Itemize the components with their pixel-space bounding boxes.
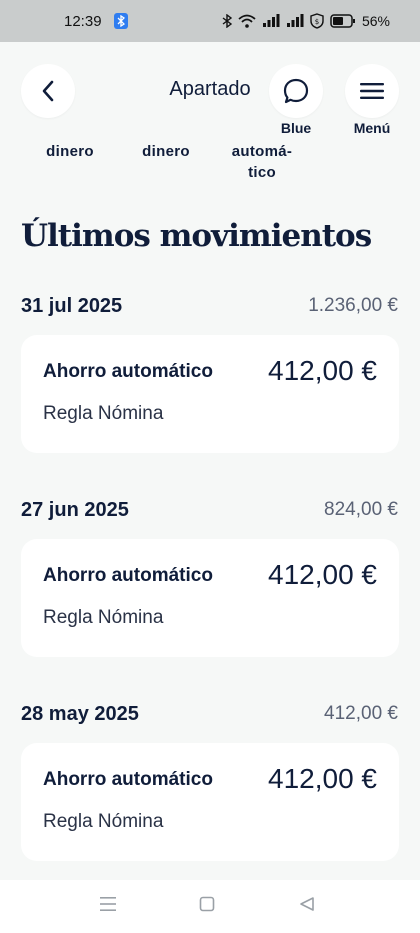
movement-amount: 412,00 € (268, 355, 377, 386)
quick-action-label[interactable]: dinero (40, 141, 100, 162)
chevron-left-icon (42, 80, 54, 102)
movement-title: Ahorro automático (43, 565, 213, 586)
battery-icon (330, 14, 356, 28)
movement-subtitle: Regla Nómina (43, 811, 164, 832)
menu-label[interactable]: Menú (342, 120, 402, 136)
movement-title: Ahorro automático (43, 769, 213, 790)
movement-amount: 412,00 € (268, 559, 377, 590)
quick-action-label[interactable]: dinero (136, 141, 196, 162)
battery-percent: 56% (361, 13, 390, 29)
group-total: 412,00 € (324, 703, 398, 724)
movement-card[interactable]: Ahorro automático 412,00 € Regla Nómina (21, 539, 399, 657)
status-time: 12:39 (64, 12, 102, 30)
group-date: 27 jun 2025 (21, 498, 129, 521)
section-title: Últimos movimientos (21, 218, 372, 254)
movement-subtitle: Regla Nómina (43, 403, 164, 424)
menu-button[interactable] (345, 64, 399, 118)
group-total: 824,00 € (324, 499, 398, 520)
movement-amount: 412,00 € (268, 763, 377, 794)
svg-text:$: $ (315, 18, 319, 26)
system-nav-bar (0, 880, 420, 933)
signal-icon (262, 14, 280, 28)
vpn-shield-icon: $ (310, 13, 324, 29)
home-icon[interactable] (199, 896, 215, 912)
recent-apps-icon[interactable] (99, 896, 117, 912)
hamburger-menu-icon (360, 83, 384, 99)
bluetooth-app-icon (113, 13, 128, 29)
movement-card[interactable]: Ahorro automático 412,00 € Regla Nómina (21, 335, 399, 453)
app-header: Apartado Blue Menú (0, 42, 420, 142)
wifi-icon (238, 14, 256, 28)
blue-label[interactable]: Blue (266, 120, 326, 136)
page-title: Apartado (169, 78, 251, 100)
group-header: 28 may 2025 412,00 € (21, 699, 398, 729)
group-header: 27 jun 2025 824,00 € (21, 495, 398, 525)
movement-title: Ahorro automático (43, 361, 213, 382)
group-date: 31 jul 2025 (21, 294, 123, 317)
group-header: 31 jul 2025 1.236,00 € (21, 291, 398, 321)
group-total: 1.236,00 € (308, 295, 398, 316)
back-nav-icon[interactable] (299, 896, 315, 912)
movement-subtitle: Regla Nómina (43, 607, 164, 628)
chat-bubble-icon (283, 78, 309, 104)
quick-actions-row: dinero dinero automá- tico (0, 142, 420, 184)
back-button[interactable] (21, 64, 75, 118)
signal-icon (286, 14, 304, 28)
status-bar: 12:39 $ 56% (0, 0, 420, 42)
blue-chat-button[interactable] (269, 64, 323, 118)
group-date: 28 may 2025 (21, 702, 139, 725)
quick-action-label[interactable]: automá- tico (222, 141, 302, 183)
movement-card[interactable]: Ahorro automático 412,00 € Regla Nómina (21, 743, 399, 861)
bluetooth-icon (222, 14, 232, 28)
